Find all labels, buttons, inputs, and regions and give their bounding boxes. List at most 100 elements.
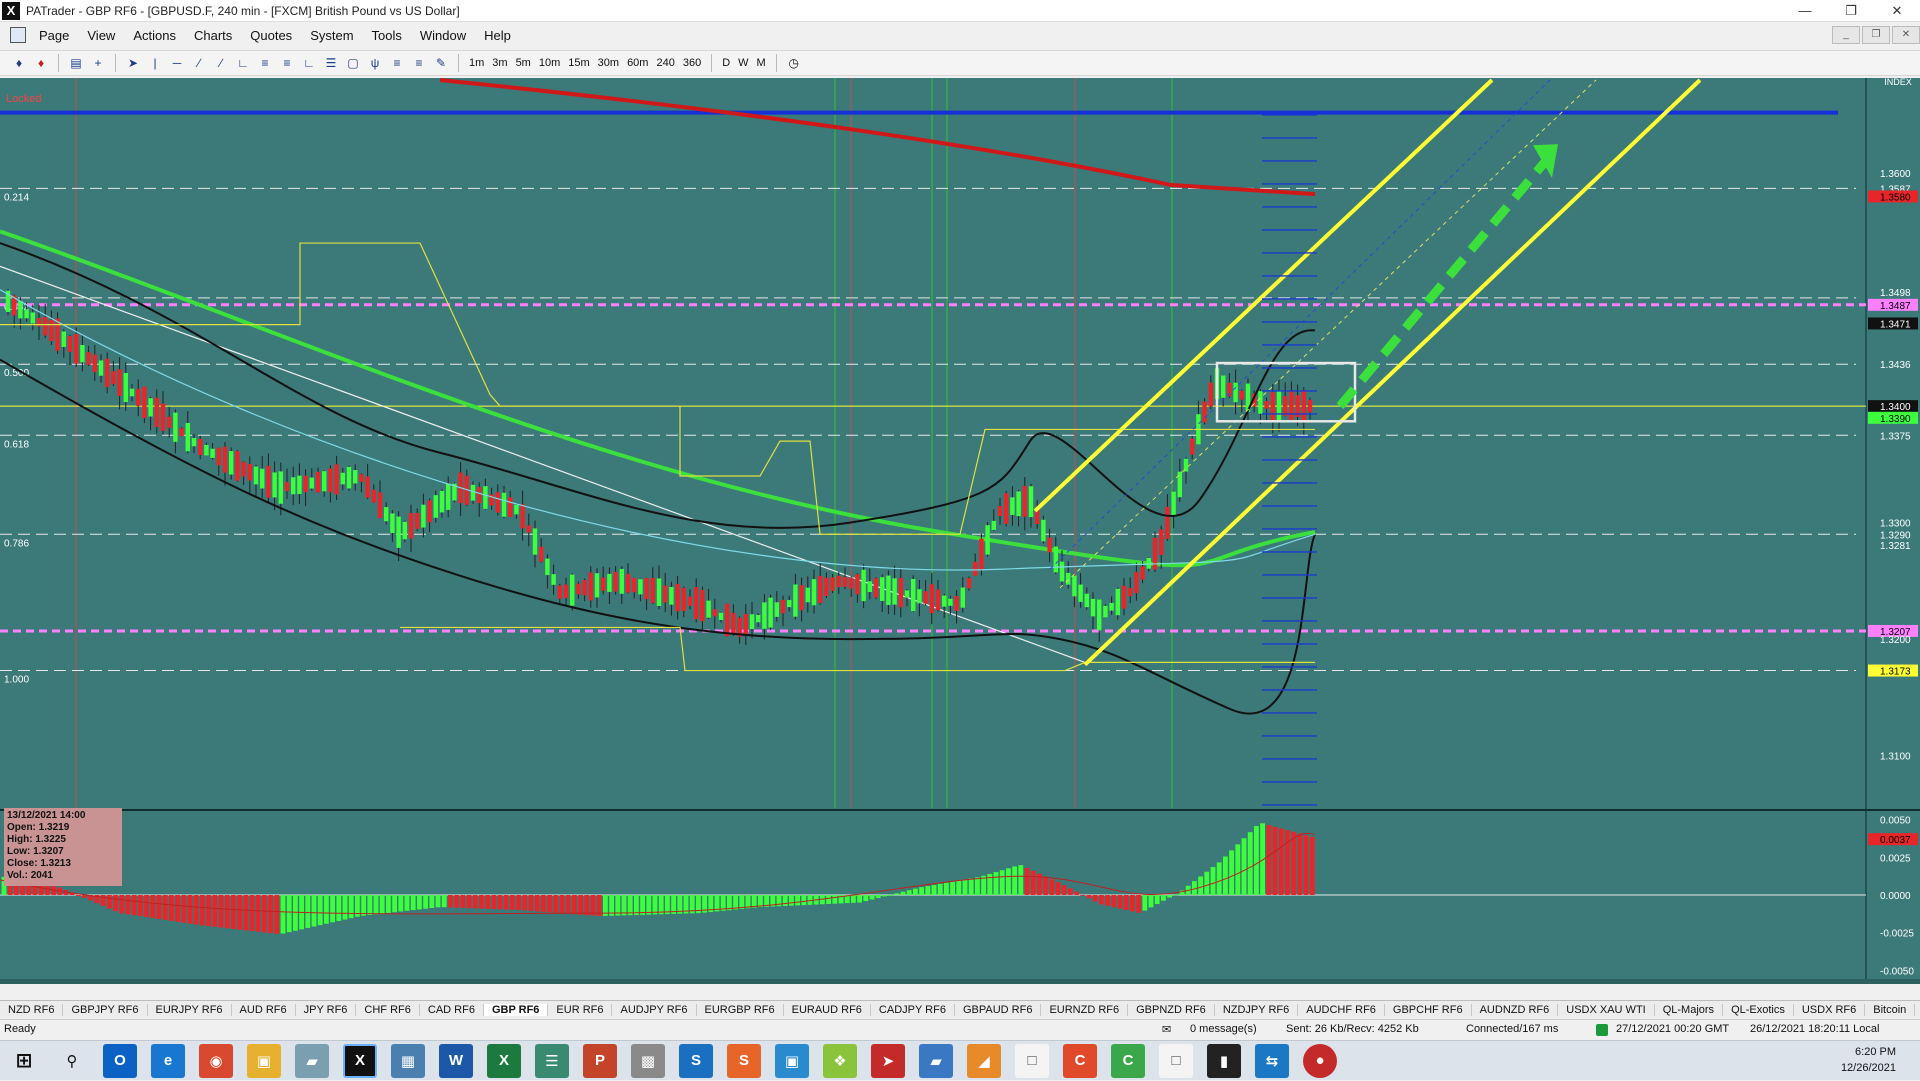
timeframe-15m[interactable]: 15m — [564, 57, 593, 69]
app-icon-generic[interactable]: ▰ — [295, 1043, 329, 1078]
menu-help[interactable]: Help — [475, 28, 520, 43]
vertical-line-icon[interactable]: | — [146, 54, 164, 72]
symbol-tab[interactable]: XRPUSDRF6 — [1915, 1004, 1920, 1016]
symbol-tab[interactable]: GBPNZD RF6 — [1128, 1003, 1215, 1016]
symbol-tab[interactable]: AUD RF6 — [232, 1003, 296, 1016]
document-icon[interactable]: □ — [1015, 1043, 1049, 1078]
symbol-tab[interactable]: GBPCHF RF6 — [1385, 1003, 1472, 1016]
symbol-tab[interactable]: NZD RF6 — [0, 1003, 64, 1016]
cycle-lines-icon[interactable]: ☰ — [322, 54, 340, 72]
menu-view[interactable]: View — [78, 28, 124, 43]
patrader-icon[interactable]: X — [343, 1043, 377, 1078]
outlook-icon[interactable]: O — [103, 1043, 137, 1078]
mail-icon[interactable]: ✉ — [1162, 1023, 1171, 1036]
timeframe-360[interactable]: 360 — [679, 57, 705, 69]
symbol-tab[interactable]: EUR RF6 — [548, 1003, 613, 1016]
symbol-tab[interactable]: AUDNZD RF6 — [1472, 1003, 1559, 1016]
fib-extension-icon[interactable]: ≡ — [278, 54, 296, 72]
trendline-icon[interactable]: ∕ — [190, 54, 208, 72]
screen-app-icon[interactable]: ▣ — [775, 1043, 809, 1078]
menu-quotes[interactable]: Quotes — [241, 28, 301, 43]
calculator-icon[interactable]: ▦ — [391, 1043, 425, 1078]
timeframe-30m[interactable]: 30m — [594, 57, 623, 69]
restore-icon[interactable]: ❐ — [1828, 0, 1874, 22]
child-minimize-icon[interactable]: _ — [1832, 26, 1860, 44]
menu-page[interactable]: Page — [30, 28, 78, 43]
terminal-icon[interactable]: ▮ — [1207, 1043, 1241, 1078]
file-explorer-icon[interactable]: ▣ — [247, 1043, 281, 1078]
blank-document-icon[interactable]: □ — [1159, 1043, 1193, 1078]
symbol-tab[interactable]: QL-Exotics — [1723, 1003, 1794, 1016]
symbol-tab[interactable]: QL-Majors — [1655, 1003, 1724, 1016]
chart-type-icon[interactable]: ▤ — [67, 54, 85, 72]
symbol-tab[interactable]: USDX RF6 — [1794, 1003, 1866, 1016]
windows-start-icon[interactable]: ⊞ — [7, 1044, 41, 1078]
timeframe-1m[interactable]: 1m — [465, 57, 488, 69]
symbol-tab[interactable]: JPY RF6 — [296, 1003, 357, 1016]
excel-icon[interactable]: X — [487, 1043, 521, 1078]
price-chart[interactable]: INDEXLocked0.2140.3820.5000.6180.7861.00… — [0, 78, 1920, 984]
close-icon[interactable]: ✕ — [1874, 0, 1920, 22]
archive-icon[interactable]: ▩ — [631, 1043, 665, 1078]
teamviewer-icon[interactable]: ⇆ — [1255, 1043, 1289, 1078]
c-app-icon[interactable]: C — [1063, 1043, 1097, 1078]
regression-icon[interactable]: ≡ — [410, 54, 428, 72]
timeframe-3m[interactable]: 3m — [488, 57, 511, 69]
c-green-app-icon[interactable]: C — [1111, 1043, 1145, 1078]
page-icon[interactable] — [10, 27, 26, 43]
pointer-icon[interactable]: ➤ — [124, 54, 142, 72]
buy-icon[interactable]: ♦ — [10, 54, 28, 72]
timeframe-60m[interactable]: 60m — [623, 57, 652, 69]
snagit-icon[interactable]: S — [679, 1043, 713, 1078]
crosshair-icon[interactable]: + — [89, 54, 107, 72]
chart-area[interactable]: INDEX Locked 0.214 0.382 0.500 0.618 0.786 1.00… — [0, 78, 1920, 984]
fib-time-icon[interactable]: ≡ — [388, 54, 406, 72]
horizontal-line-icon[interactable]: ─ — [168, 54, 186, 72]
red-app-icon[interactable]: ➤ — [871, 1043, 905, 1078]
s-app-icon[interactable]: S — [727, 1043, 761, 1078]
symbol-tab[interactable]: GBPJPY RF6 — [63, 1003, 148, 1016]
pencil-icon[interactable]: ✎ — [432, 54, 450, 72]
symbol-tab[interactable]: GBPAUD RF6 — [955, 1003, 1042, 1016]
gann-icon[interactable]: ∟ — [300, 54, 318, 72]
child-close-icon[interactable]: ✕ — [1892, 26, 1920, 44]
symbol-tab[interactable]: EURNZD RF6 — [1041, 1003, 1129, 1016]
powerpoint-icon[interactable]: P — [583, 1043, 617, 1078]
clock-icon[interactable]: ◷ — [785, 54, 803, 72]
menu-charts[interactable]: Charts — [185, 28, 241, 43]
pitchfork-icon[interactable]: ψ — [366, 54, 384, 72]
minimize-icon[interactable]: — — [1782, 0, 1828, 22]
fan-icon[interactable]: ∟ — [234, 54, 252, 72]
symbol-tab[interactable]: EURAUD RF6 — [784, 1003, 871, 1016]
word-icon[interactable]: W — [439, 1043, 473, 1078]
edge-icon[interactable]: e — [151, 1043, 185, 1078]
fibonacci-icon[interactable]: ≡ — [256, 54, 274, 72]
symbol-tab[interactable]: CADJPY RF6 — [871, 1003, 955, 1016]
symbol-tab[interactable]: AUDCHF RF6 — [1298, 1003, 1385, 1016]
symbol-tab[interactable]: NZDJPY RF6 — [1215, 1003, 1299, 1016]
timeframe-d[interactable]: D — [718, 57, 734, 69]
timeframe-10m[interactable]: 10m — [535, 57, 564, 69]
menu-window[interactable]: Window — [411, 28, 475, 43]
symbol-tab[interactable]: EURJPY RF6 — [148, 1003, 232, 1016]
timeframe-w[interactable]: W — [734, 57, 752, 69]
symbol-tab[interactable]: USDX XAU WTI — [1558, 1003, 1655, 1016]
symbol-tab[interactable]: CAD RF6 — [420, 1003, 484, 1016]
search-icon[interactable]: ⚲ — [55, 1044, 89, 1078]
timeframe-m[interactable]: M — [753, 57, 770, 69]
symbol-tab[interactable]: Bitcoin — [1865, 1003, 1916, 1016]
chart-app-icon[interactable]: ☰ — [535, 1043, 569, 1078]
timeframe-5m[interactable]: 5m — [512, 57, 535, 69]
symbol-tab[interactable]: GBP RF6 — [483, 1003, 549, 1016]
menu-actions[interactable]: Actions — [124, 28, 185, 43]
rectangle-icon[interactable]: ▢ — [344, 54, 362, 72]
menu-tools[interactable]: Tools — [363, 28, 411, 43]
sell-icon[interactable]: ♦ — [32, 54, 50, 72]
blue-app-icon[interactable]: ▰ — [919, 1043, 953, 1078]
green-app-icon[interactable]: ❖ — [823, 1043, 857, 1078]
menu-system[interactable]: System — [301, 28, 362, 43]
record-icon[interactable]: ● — [1303, 1043, 1337, 1078]
channel-icon[interactable]: ∕ — [212, 54, 230, 72]
chrome-icon[interactable]: ◉ — [199, 1043, 233, 1078]
child-restore-icon[interactable]: ❐ — [1862, 26, 1890, 44]
